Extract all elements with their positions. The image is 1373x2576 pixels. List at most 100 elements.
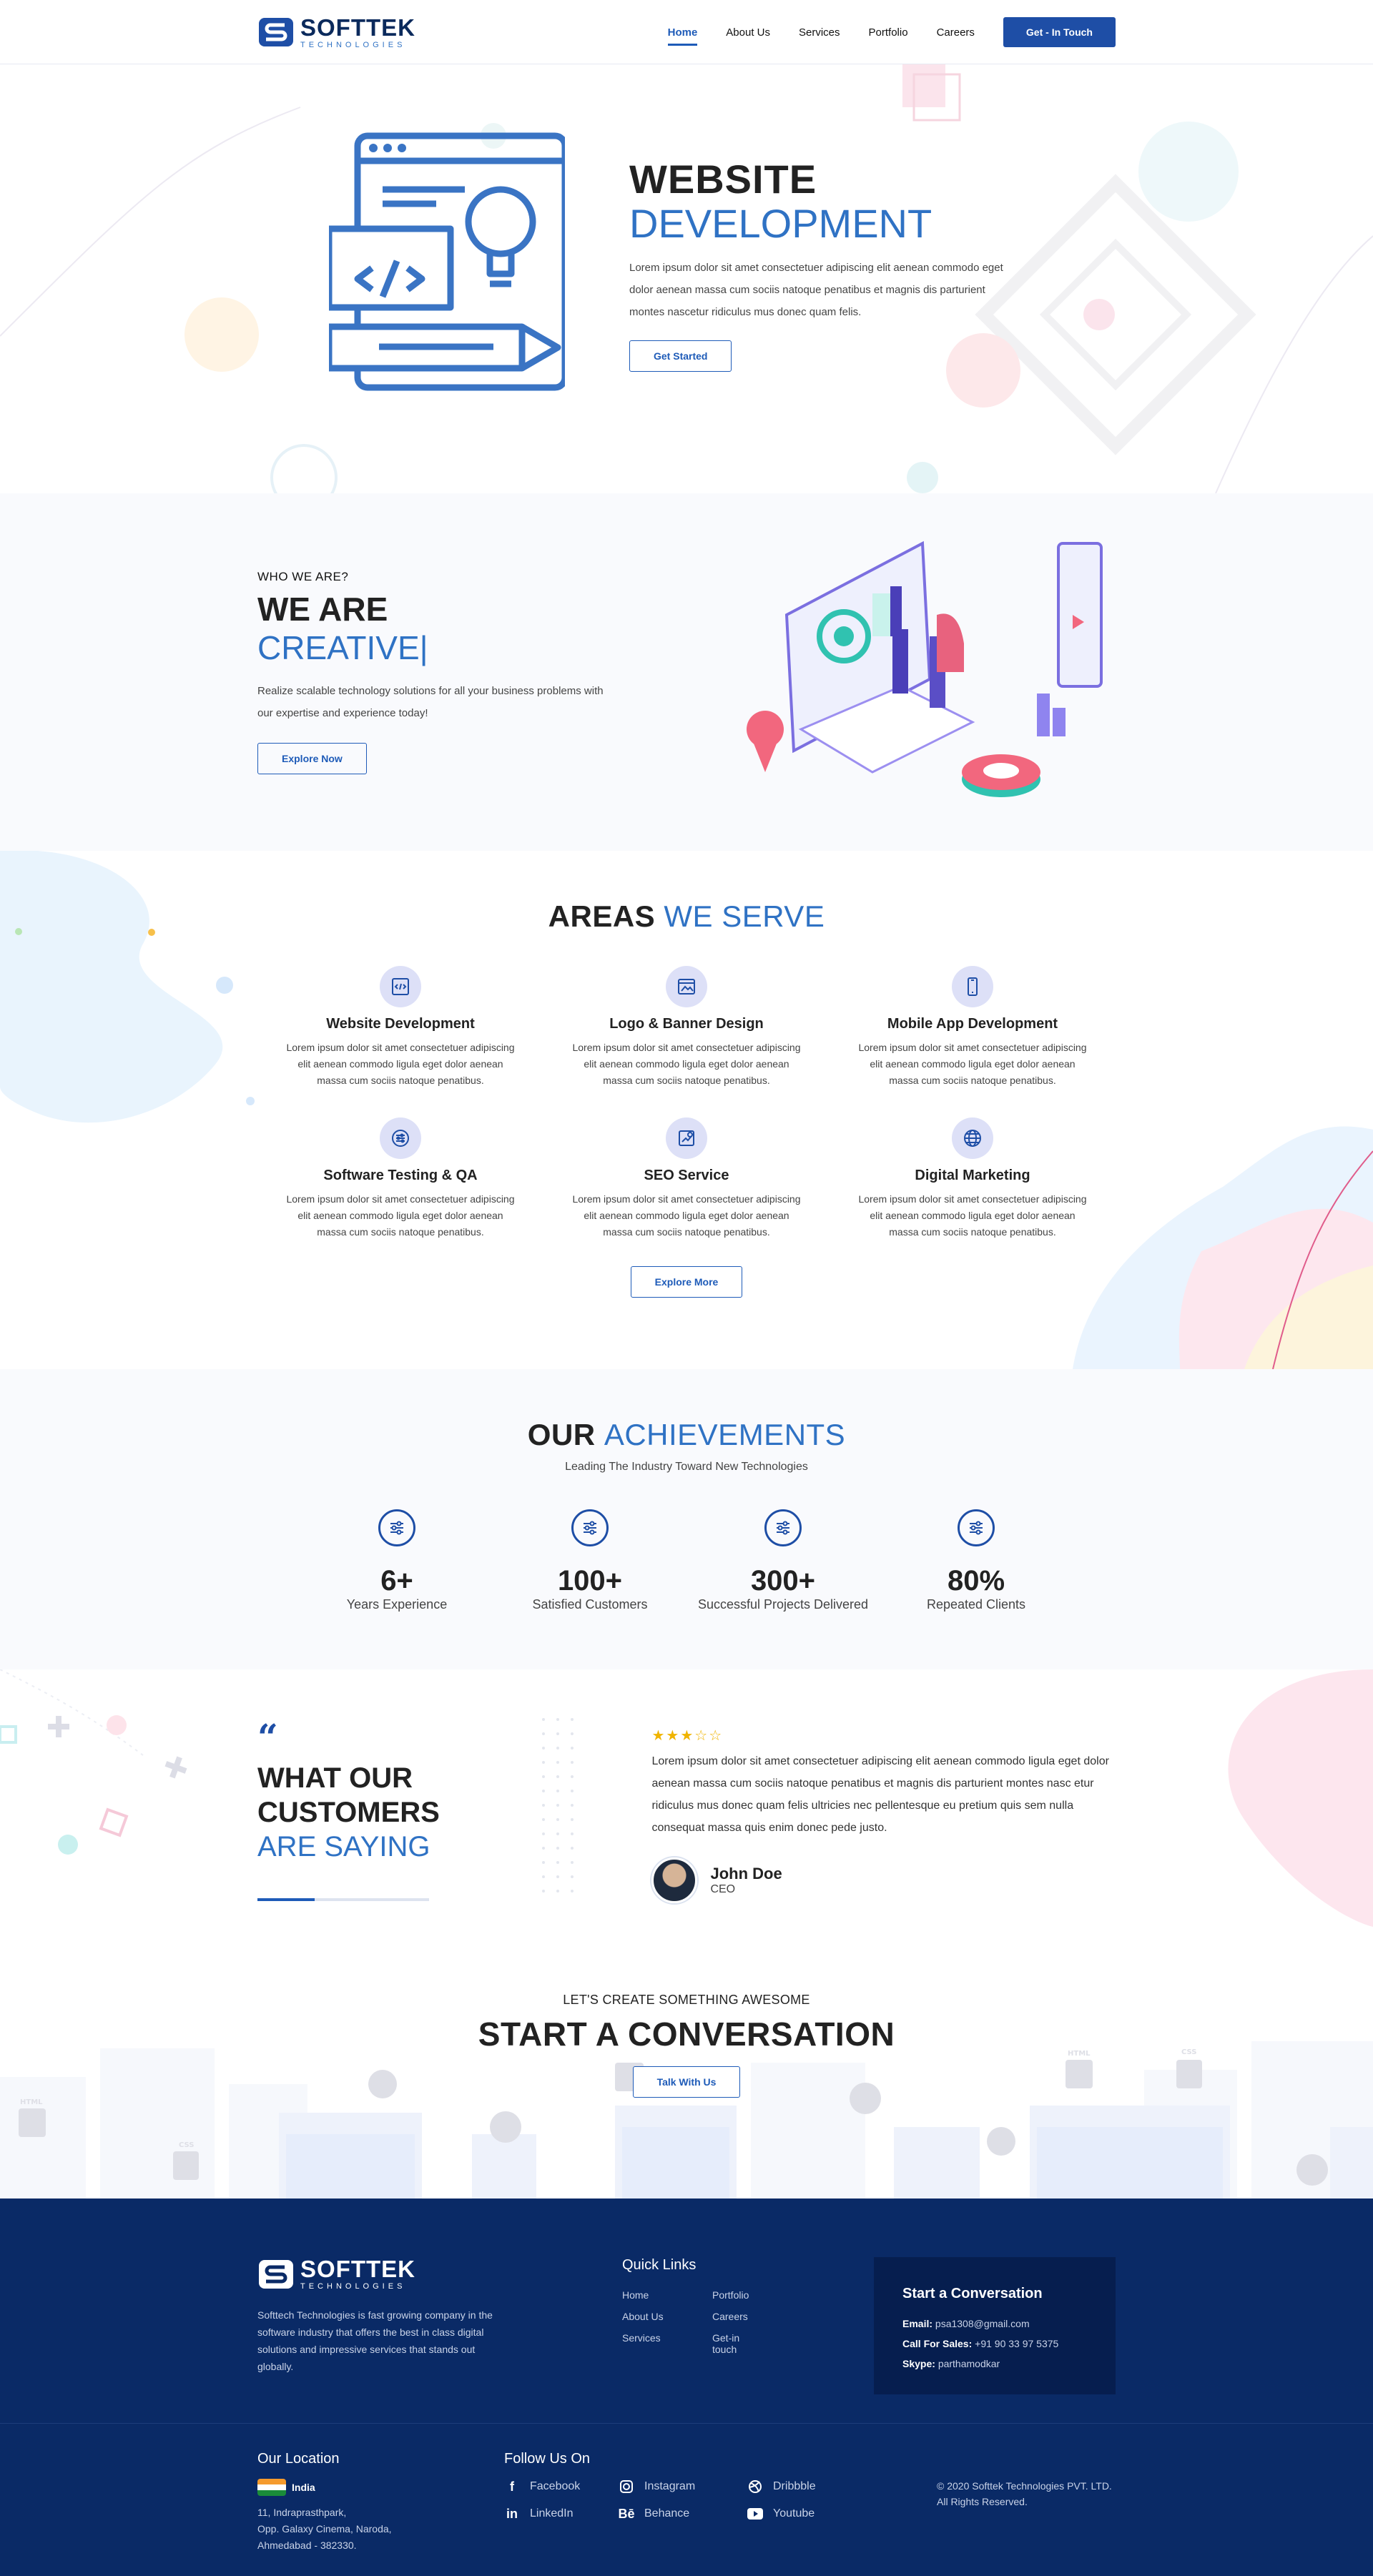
nav-home[interactable]: Home xyxy=(667,26,697,46)
social-label: Facebook xyxy=(530,2480,581,2492)
globe-icon xyxy=(952,1117,993,1159)
testimonial-card: ★★★☆☆ Lorem ipsum dolor sit amet consect… xyxy=(584,1727,1116,1903)
footer-link-services[interactable]: Services xyxy=(622,2332,669,2344)
footer-link-portfolio[interactable]: Portfolio xyxy=(712,2289,759,2301)
social-instagram[interactable]: Instagram xyxy=(619,2479,747,2494)
service-card-web[interactable]: Website Development Lorem ipsum dolor si… xyxy=(257,966,543,1089)
svg-text:CSS: CSS xyxy=(179,2141,194,2149)
services-grid: Website Development Lorem ipsum dolor si… xyxy=(257,966,1116,1240)
image-frame-icon xyxy=(666,966,707,1007)
social-label: LinkedIn xyxy=(530,2507,574,2520)
code-window-icon xyxy=(380,966,421,1007)
testimonial-slider-progress[interactable] xyxy=(257,1898,429,1901)
social-facebook[interactable]: f Facebook xyxy=(504,2479,619,2494)
service-title: Mobile App Development xyxy=(887,1016,1058,1032)
social-label: Youtube xyxy=(773,2507,815,2520)
testimonial-heading-2: CUSTOMERS xyxy=(257,1797,440,1828)
get-in-touch-button[interactable]: Get - In Touch xyxy=(1003,17,1116,47)
facebook-icon: f xyxy=(510,2479,514,2494)
stat-label: Satisfied Customers xyxy=(532,1597,648,1612)
hero-subtitle: DEVELOPMENT xyxy=(629,200,932,246)
achievements-title-accent: ACHIEVEMENTS xyxy=(604,1418,846,1451)
achievements-lead: Leading The Industry Toward New Technolo… xyxy=(565,1461,808,1473)
social-label: Instagram xyxy=(644,2480,696,2492)
footer-about-text: Softtech Technologies is fast growing co… xyxy=(257,2309,493,2372)
dribbble-icon xyxy=(747,2479,763,2494)
nav-portfolio[interactable]: Portfolio xyxy=(869,26,908,39)
brand-name: SOFTTEK xyxy=(300,2256,415,2282)
contact-skype[interactable]: Skype: parthamodkar xyxy=(902,2358,1087,2369)
star-filled-icon: ★ xyxy=(651,1728,666,1744)
footer-link-careers[interactable]: Careers xyxy=(712,2311,759,2322)
stat-years: 6+ Years Experience xyxy=(307,1509,486,1612)
get-started-button[interactable]: Get Started xyxy=(629,340,732,372)
footer-link-home[interactable]: Home xyxy=(622,2289,669,2301)
star-filled-icon: ★ xyxy=(666,1728,681,1744)
country-name: India xyxy=(292,2482,315,2493)
brand-tagline: TECHNOLOGIES xyxy=(300,2282,406,2291)
stat-repeat: 80% Repeated Clients xyxy=(887,1509,1066,1612)
sliders-icon xyxy=(380,1117,421,1159)
service-card-seo[interactable]: SEO Service Lorem ipsum dolor sit amet c… xyxy=(543,1117,830,1240)
hero-title: WEBSITE xyxy=(629,156,817,202)
address-line: Opp. Galaxy Cinema, Naroda, xyxy=(257,2523,392,2535)
address-line: 11, Indraprasthpark, xyxy=(257,2507,347,2518)
nav-careers[interactable]: Careers xyxy=(937,26,975,39)
social-label: Behance xyxy=(644,2507,690,2520)
service-card-logo[interactable]: Logo & Banner Design Lorem ipsum dolor s… xyxy=(543,966,830,1089)
seo-chart-icon xyxy=(666,1117,707,1159)
quick-links: Quick Links Home About Us Services Portf… xyxy=(622,2257,759,2394)
star-rating: ★★★☆☆ xyxy=(651,1727,1116,1745)
email-value[interactable]: psa1308@gmail.com xyxy=(935,2318,1030,2329)
sliders-icon xyxy=(378,1509,415,1546)
areas-title: AREAS WE SERVE xyxy=(257,899,1116,934)
social-linkedin[interactable]: in LinkedIn xyxy=(504,2506,619,2522)
service-description: Lorem ipsum dolor sit amet consectetuer … xyxy=(286,1193,515,1238)
contact-email[interactable]: Email: psa1308@gmail.com xyxy=(902,2318,1087,2329)
service-card-marketing[interactable]: Digital Marketing Lorem ipsum dolor sit … xyxy=(830,1117,1116,1240)
hero-section: WEBSITE DEVELOPMENT Lorem ipsum dolor si… xyxy=(0,64,1373,493)
follow-block: Follow Us On f Facebook Instagram Dribbbl… xyxy=(504,2451,937,2554)
brand-tagline: TECHNOLOGIES xyxy=(300,40,406,49)
footer-link-get-in-touch[interactable]: Get-in touch xyxy=(712,2332,759,2355)
areas-title-accent: WE SERVE xyxy=(664,899,825,933)
explore-more-button[interactable]: Explore More xyxy=(630,1266,743,1298)
explore-now-button[interactable]: Explore Now xyxy=(257,743,367,774)
sliders-icon xyxy=(571,1509,609,1546)
footer-link-about[interactable]: About Us xyxy=(622,2311,669,2322)
skype-label: Skype: xyxy=(902,2358,935,2369)
conversation-section: HTML HTML CSS CSS LET'S CREATE SOMETHING… xyxy=(0,1927,1373,2199)
service-card-mobile[interactable]: Mobile App Development Lorem ipsum dolor… xyxy=(830,966,1116,1089)
sales-value[interactable]: +91 90 33 97 5375 xyxy=(975,2338,1058,2349)
location-block: Our Location India 11, Indraprasthpark, … xyxy=(257,2451,504,2554)
social-behance[interactable]: Bē Behance xyxy=(619,2506,747,2522)
stat-projects: 300+ Successful Projects Delivered xyxy=(694,1509,872,1612)
social-youtube[interactable]: Youtube xyxy=(747,2506,876,2522)
contact-box: Start a Conversation Email: psa1308@gmai… xyxy=(874,2257,1116,2394)
talk-with-us-button[interactable]: Talk With Us xyxy=(632,2066,741,2098)
service-description: Lorem ipsum dolor sit amet consectetuer … xyxy=(858,1193,1087,1238)
follow-title: Follow Us On xyxy=(504,2451,591,2467)
contact-sales[interactable]: Call For Sales: +91 90 33 97 5375 xyxy=(902,2338,1087,2349)
website-development-illustration xyxy=(329,132,565,391)
conversation-title: START A CONVERSATION xyxy=(478,2015,895,2053)
youtube-icon xyxy=(747,2506,763,2522)
footer-logo[interactable]: SOFTTEK TECHNOLOGIES xyxy=(257,2257,622,2291)
who-title: WE ARE xyxy=(257,591,388,628)
email-label: Email: xyxy=(902,2318,933,2329)
location-title: Our Location xyxy=(257,2451,340,2467)
skype-value[interactable]: parthamodkar xyxy=(938,2358,1000,2369)
stat-value: 80% xyxy=(947,1565,1005,1597)
nav-services[interactable]: Services xyxy=(799,26,840,39)
address-line: Ahmedabad - 382330. xyxy=(257,2540,357,2551)
marketing-isometric-illustration xyxy=(747,541,1103,797)
social-dribbble[interactable]: Dribbble xyxy=(747,2479,876,2494)
achievements-title: OUR ACHIEVEMENTS xyxy=(257,1418,1116,1452)
achievements-title-main: OUR xyxy=(527,1418,596,1451)
service-description: Lorem ipsum dolor sit amet consectetuer … xyxy=(858,1042,1087,1086)
service-card-testing[interactable]: Software Testing & QA Lorem ipsum dolor … xyxy=(257,1117,543,1240)
brand-logo[interactable]: SOFTTEK TECHNOLOGIES xyxy=(257,16,415,49)
mobile-phone-icon xyxy=(952,966,993,1007)
nav-about[interactable]: About Us xyxy=(726,26,770,39)
sales-label: Call For Sales: xyxy=(902,2338,973,2349)
